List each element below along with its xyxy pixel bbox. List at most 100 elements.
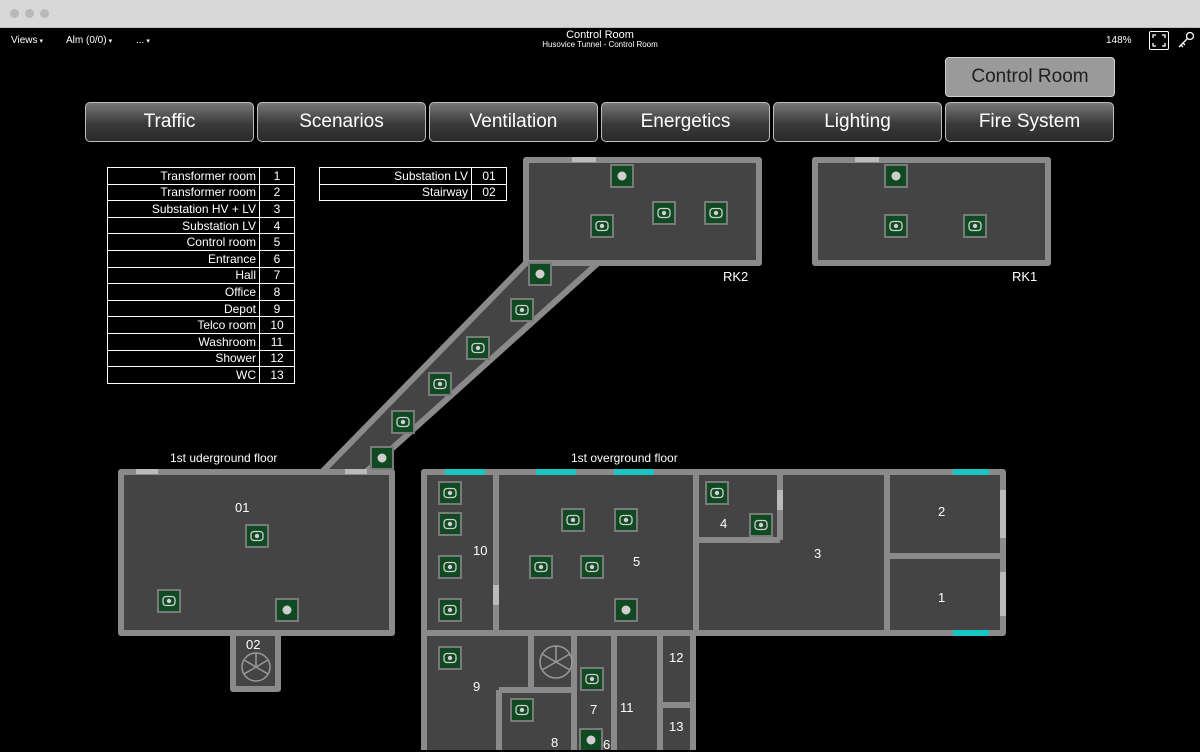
room-label-11: 11 <box>620 700 634 715</box>
caret-down-icon: ▾ <box>108 38 113 45</box>
legend-room-name: Hall <box>107 266 260 285</box>
fire-detector-icon[interactable] <box>428 372 452 396</box>
key-icon[interactable] <box>1176 30 1196 50</box>
legend-room-number: 10 <box>259 316 295 334</box>
fire-detector-icon[interactable] <box>614 508 638 532</box>
alarms-menu[interactable]: Alm (0/0) ▾ <box>66 35 112 46</box>
fire-detector-icon[interactable] <box>579 728 603 750</box>
fire-detector-icon[interactable] <box>275 598 299 622</box>
legend-row: Transformer room 1 <box>107 167 295 185</box>
tab-traffic[interactable]: Traffic <box>85 102 254 142</box>
door-open-indicator <box>445 469 485 475</box>
fire-detector-icon[interactable] <box>466 336 490 360</box>
fullscreen-icon[interactable] <box>1149 31 1169 50</box>
legend-room-name: Substation LV <box>107 216 260 235</box>
room-01 <box>118 469 395 636</box>
room-legend-table: Transformer room 1 Transformer room 2 Subs… <box>107 167 295 384</box>
fire-detector-icon[interactable] <box>529 555 553 579</box>
legend-row: Washroom 11 <box>107 332 295 351</box>
legend-room-number: 02 <box>471 183 507 202</box>
room-label-8: 8 <box>551 735 559 750</box>
legend-room-name: Office <box>107 283 260 301</box>
door-open-indicator <box>953 469 989 475</box>
fire-detector-icon[interactable] <box>510 298 534 322</box>
legend-room-number: 1 <box>259 167 295 185</box>
fire-detector-icon[interactable] <box>561 508 585 532</box>
fire-detector-icon[interactable] <box>391 410 415 434</box>
legend-room-name: Substation HV + LV <box>107 200 260 218</box>
more-menu[interactable]: ... ▾ <box>136 35 150 46</box>
legend-room-name: WC <box>107 366 260 384</box>
legend-row: Control room 5 <box>107 233 295 251</box>
legend-room-name: Telco room <box>107 316 260 334</box>
window-minimize-dot[interactable] <box>25 9 34 18</box>
legend-room-name: Depot <box>107 299 260 318</box>
room-label-02: 02 <box>246 637 261 652</box>
underground-legend-table: Substation LV 01 Stairway 02 <box>319 167 507 202</box>
legend-room-number: 11 <box>259 332 295 351</box>
legend-row: Depot 9 <box>107 299 295 318</box>
room-label-1: 1 <box>938 590 946 605</box>
legend-row: Telco room 10 <box>107 316 295 334</box>
fire-detector-icon[interactable] <box>438 646 462 670</box>
legend-room-number: 8 <box>259 283 295 301</box>
room-label-3: 3 <box>814 546 822 561</box>
control-room-button[interactable]: Control Room <box>945 57 1115 97</box>
fire-detector-icon[interactable] <box>652 201 676 225</box>
fire-detector-icon[interactable] <box>438 512 462 536</box>
window-close-dot[interactable] <box>10 9 19 18</box>
fire-detector-icon[interactable] <box>528 262 552 286</box>
fire-detector-icon[interactable] <box>705 481 729 505</box>
fire-detector-icon[interactable] <box>580 555 604 579</box>
caret-down-icon: ▾ <box>39 38 44 45</box>
fire-detector-icon[interactable] <box>510 698 534 722</box>
fire-detector-icon[interactable] <box>610 164 634 188</box>
fire-detector-icon[interactable] <box>884 164 908 188</box>
legend-row: WC 13 <box>107 366 295 384</box>
legend-row: Substation LV 4 <box>107 216 295 235</box>
legend-row: Entrance 6 <box>107 249 295 268</box>
door-open-indicator <box>536 469 576 475</box>
legend-room-name: Transformer room <box>107 167 260 185</box>
fire-detector-icon[interactable] <box>704 201 728 225</box>
legend-room-number: 6 <box>259 249 295 268</box>
fire-detector-icon[interactable] <box>884 214 908 238</box>
tab-fire-system[interactable]: Fire System <box>945 102 1114 142</box>
room-label-5: 5 <box>633 554 641 569</box>
legend-room-name: Stairway <box>319 183 472 202</box>
tab-energetics[interactable]: Energetics <box>601 102 770 142</box>
fire-detector-icon[interactable] <box>963 214 987 238</box>
room-label-rk2: RK2 <box>723 269 749 284</box>
fire-detector-icon[interactable] <box>438 555 462 579</box>
fire-detector-icon[interactable] <box>438 598 462 622</box>
tab-ventilation[interactable]: Ventilation <box>429 102 598 142</box>
fire-detector-icon[interactable] <box>438 481 462 505</box>
legend-row: Substation LV 01 <box>319 167 507 185</box>
caret-down-icon: ▾ <box>146 38 150 45</box>
floor-label-underground: 1st uderground floor <box>170 451 278 465</box>
tab-lighting[interactable]: Lighting <box>773 102 942 142</box>
legend-row: Stairway 02 <box>319 183 507 202</box>
rk1-room <box>812 157 1051 266</box>
legend-row: Hall 7 <box>107 266 295 285</box>
overground-upper-block <box>421 469 1006 636</box>
fire-detector-icon[interactable] <box>245 524 269 548</box>
floor-label-overground: 1st overground floor <box>571 451 678 465</box>
fire-detector-icon[interactable] <box>370 446 394 470</box>
alarms-label: Alm (0/0) <box>66 35 107 46</box>
room-label-9: 9 <box>473 679 481 694</box>
window-maximize-dot[interactable] <box>40 9 49 18</box>
legend-row: Substation HV + LV 3 <box>107 200 295 218</box>
fire-detector-icon[interactable] <box>580 667 604 691</box>
legend-room-number: 12 <box>259 349 295 368</box>
fire-detector-icon[interactable] <box>590 214 614 238</box>
legend-room-number: 7 <box>259 266 295 285</box>
legend-room-name: Washroom <box>107 332 260 351</box>
legend-room-number: 2 <box>259 183 295 202</box>
tab-scenarios[interactable]: Scenarios <box>257 102 426 142</box>
views-menu[interactable]: Views ▾ <box>11 35 43 46</box>
legend-room-number: 4 <box>259 216 295 235</box>
fire-detector-icon[interactable] <box>614 598 638 622</box>
fire-detector-icon[interactable] <box>749 513 773 537</box>
fire-detector-icon[interactable] <box>157 589 181 613</box>
